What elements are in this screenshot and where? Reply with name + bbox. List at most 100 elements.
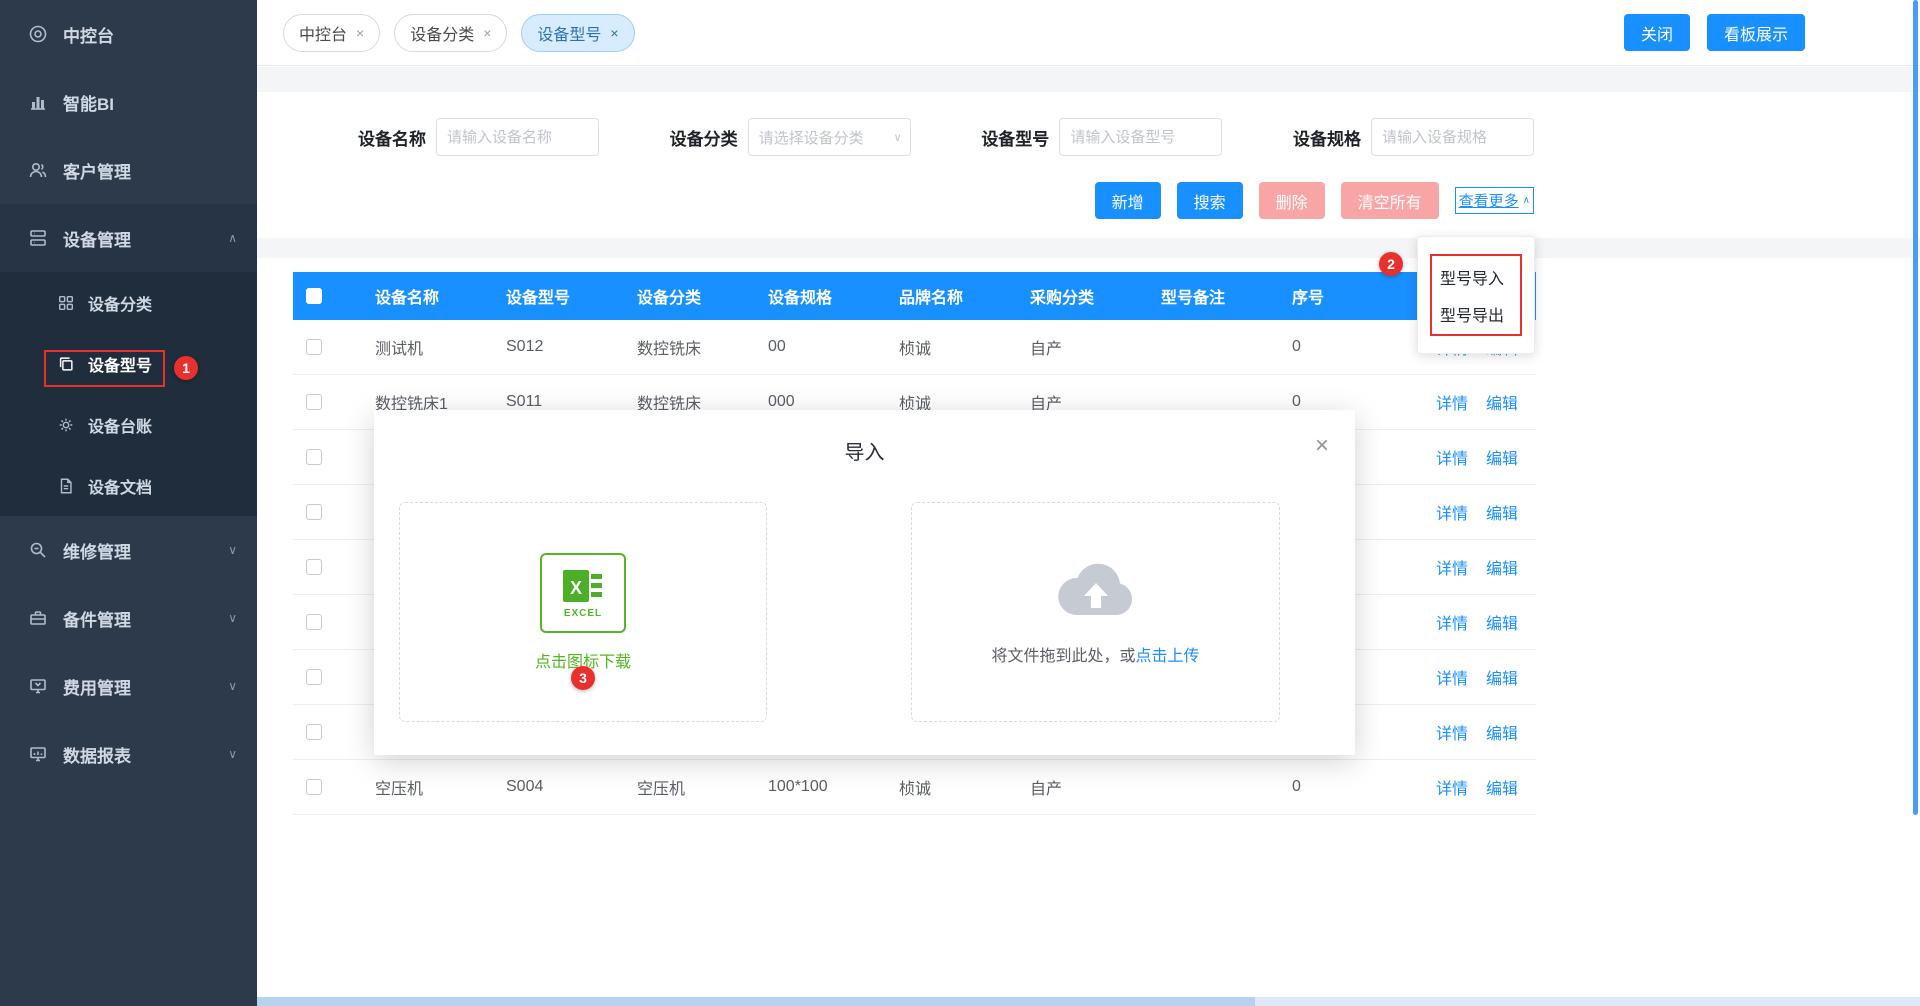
document-icon (57, 477, 75, 495)
tab-label: 设备分类 (410, 21, 474, 45)
sidebar-item-label: 中控台 (63, 22, 114, 47)
sidebar-item-spares[interactable]: 备件管理 ∨ (0, 584, 257, 652)
detail-link[interactable]: 详情 (1436, 500, 1468, 524)
search-button[interactable]: 搜索 (1177, 182, 1243, 219)
device-model-input[interactable] (1059, 118, 1222, 156)
view-more-link[interactable]: 查看更多 ∧ (1455, 187, 1534, 214)
filter-label: 设备分类 (670, 125, 738, 150)
chevron-down-icon: ∨ (228, 611, 237, 625)
gear-icon (57, 416, 75, 434)
upload-drop-area[interactable]: 将文件拖到此处，或点击上传 (911, 502, 1280, 722)
section-divider (257, 67, 1920, 92)
filter-label: 设备名称 (358, 125, 426, 150)
sidebar-item-bi[interactable]: 智能BI (0, 68, 257, 136)
table-row: 空压机S004空压机100*100桢诚自产0详情编辑 (293, 760, 1536, 815)
table-cell: 桢诚 (879, 775, 1010, 799)
menu-item-model-export[interactable]: 型号导出 (1440, 295, 1512, 332)
repair-search-icon (28, 540, 48, 560)
sidebar-item-reports[interactable]: 数据报表 ∨ (0, 720, 257, 788)
sidebar-item-device-ledger[interactable]: 设备台账 (0, 394, 257, 455)
scrollbar-thumb[interactable] (257, 997, 1255, 1006)
drop-hint-text: 将文件拖到此处，或 (991, 648, 1135, 665)
filter-device-model: 设备型号 (981, 118, 1222, 156)
close-page-button[interactable]: 关闭 (1624, 14, 1690, 51)
tab-device-model[interactable]: 设备型号 × (521, 14, 634, 52)
vertical-scrollbar[interactable] (1913, 0, 1918, 815)
table-cell: 数控铣床 (617, 335, 748, 359)
drop-hint: 将文件拖到此处，或点击上传 (991, 642, 1199, 666)
annotation-red-box: 型号导入 型号导出 (1430, 254, 1522, 336)
tab-label: 中控台 (299, 21, 347, 45)
view-more-dropdown: 型号导入 型号导出 (1417, 236, 1535, 354)
sidebar-item-label: 备件管理 (63, 606, 131, 631)
detail-link[interactable]: 详情 (1436, 610, 1468, 634)
filter-label: 设备型号 (981, 125, 1049, 150)
detail-link[interactable]: 详情 (1436, 720, 1468, 744)
sidebar-item-customers[interactable]: 客户管理 (0, 136, 257, 204)
edit-link[interactable]: 编辑 (1486, 555, 1518, 579)
row-checkbox[interactable] (306, 559, 322, 575)
column-header: 设备型号 (486, 284, 617, 308)
excel-icon[interactable]: X EXCEL (540, 553, 626, 633)
row-checkbox[interactable] (306, 779, 322, 795)
table-cell: 00 (748, 338, 879, 356)
select-all-checkbox[interactable] (306, 288, 322, 304)
filter-panel: 设备名称 设备分类 请选择设备分类 ∨ 设备型号 设备规格 新增 搜索 (283, 92, 1546, 238)
close-icon[interactable]: × (1315, 432, 1329, 460)
import-modal: 导入 × X EXCEL 点击图标下载 将文件拖到此处，或点击上传 (374, 410, 1355, 755)
row-checkbox[interactable] (306, 614, 322, 630)
edit-link[interactable]: 编辑 (1486, 775, 1518, 799)
device-spec-input[interactable] (1371, 118, 1534, 156)
clear-all-button[interactable]: 清空所有 (1341, 182, 1439, 219)
sidebar-item-label: 设备文档 (88, 474, 152, 498)
column-header: 采购分类 (1010, 284, 1141, 308)
column-header: 型号备注 (1141, 284, 1272, 308)
sidebar-item-repair[interactable]: 维修管理 ∨ (0, 516, 257, 584)
edit-link[interactable]: 编辑 (1486, 445, 1518, 469)
sidebar-item-device-category[interactable]: 设备分类 (0, 272, 257, 333)
close-icon[interactable]: × (610, 25, 618, 41)
add-button[interactable]: 新增 (1095, 182, 1161, 219)
device-category-select[interactable]: 请选择设备分类 ∨ (748, 118, 911, 156)
close-icon[interactable]: × (356, 25, 364, 41)
sidebar-item-fees[interactable]: 费用管理 ∨ (0, 652, 257, 720)
annotation-step-3: 3 (571, 666, 595, 690)
edit-link[interactable]: 编辑 (1486, 390, 1518, 414)
sidebar-item-device-model[interactable]: 设备型号 (0, 333, 257, 394)
row-checkbox[interactable] (306, 449, 322, 465)
row-checkbox[interactable] (306, 394, 322, 410)
row-checkbox[interactable] (306, 339, 322, 355)
table-cell: S011 (486, 393, 617, 411)
edit-link[interactable]: 编辑 (1486, 610, 1518, 634)
filter-device-name: 设备名称 (358, 118, 599, 156)
menu-item-model-import[interactable]: 型号导入 (1440, 258, 1512, 295)
edit-link[interactable]: 编辑 (1486, 720, 1518, 744)
sidebar-item-console[interactable]: 中控台 (0, 0, 257, 68)
row-checkbox[interactable] (306, 504, 322, 520)
chevron-up-icon: ∧ (228, 231, 237, 245)
table-cell: 0 (1272, 393, 1382, 411)
chevron-down-icon: ∨ (228, 747, 237, 761)
detail-link[interactable]: 详情 (1436, 390, 1468, 414)
row-checkbox[interactable] (306, 669, 322, 685)
detail-link[interactable]: 详情 (1436, 775, 1468, 799)
sidebar-item-label: 维修管理 (63, 538, 131, 563)
edit-link[interactable]: 编辑 (1486, 665, 1518, 689)
tab-console[interactable]: 中控台 × (283, 14, 380, 52)
tab-device-category[interactable]: 设备分类 × (394, 14, 507, 52)
delete-button[interactable]: 删除 (1259, 182, 1325, 219)
sidebar-item-device-docs[interactable]: 设备文档 (0, 455, 257, 516)
upload-link[interactable]: 点击上传 (1136, 648, 1200, 665)
board-display-button[interactable]: 看板展示 (1707, 14, 1805, 51)
row-checkbox[interactable] (306, 724, 322, 740)
sidebar-item-devices[interactable]: 设备管理 ∧ (0, 204, 257, 272)
close-icon[interactable]: × (483, 25, 491, 41)
edit-link[interactable]: 编辑 (1486, 500, 1518, 524)
detail-link[interactable]: 详情 (1436, 555, 1468, 579)
table-cell: 桢诚 (879, 335, 1010, 359)
detail-link[interactable]: 详情 (1436, 665, 1468, 689)
device-name-input[interactable] (436, 118, 599, 156)
detail-link[interactable]: 详情 (1436, 445, 1468, 469)
sidebar-item-label: 设备分类 (88, 291, 152, 315)
horizontal-scrollbar[interactable] (257, 997, 1920, 1006)
